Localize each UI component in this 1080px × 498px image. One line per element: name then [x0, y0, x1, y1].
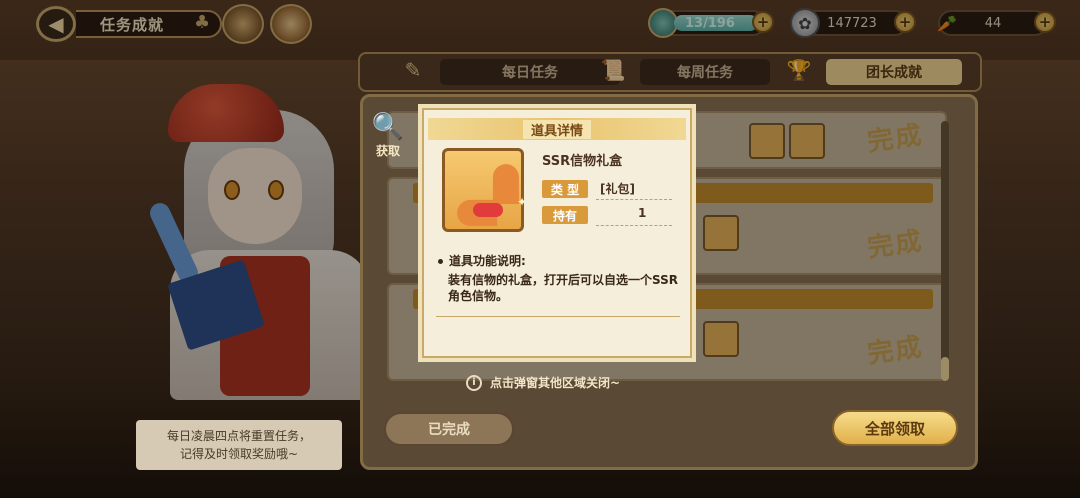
claim-all-button[interactable]: 全部领取 — [832, 410, 958, 446]
description-text: 装有信物的礼盒，打开后可以自选一个SSR角色信物。 — [448, 273, 678, 303]
item-name: SSR信物礼盒 — [542, 154, 623, 169]
item-detail-popup: 道具详情 ✦ SSR信物礼盒 类 型 [礼包] 持有 1 道具功能说明: 装有信… — [418, 104, 696, 362]
divider — [596, 225, 672, 226]
info-icon: i — [466, 374, 482, 391]
popup-header: 道具详情 — [428, 118, 686, 140]
popup-title: 道具详情 — [522, 119, 591, 139]
acquire-label: 获取 — [375, 144, 400, 158]
sparkle-icon: ✦ — [517, 195, 528, 209]
reset-tip: 每日凌晨四点将重置任务， 记得及时领取奖励哦~ — [136, 420, 342, 470]
close-hint: i 点击弹窗其他区域关闭~ — [466, 374, 620, 391]
item-owned-label: 持有 — [542, 206, 588, 224]
magnifier-icon: 🔍 — [371, 112, 405, 142]
item-owned-value: 1 — [638, 206, 647, 220]
item-icon-frame: ✦ — [442, 148, 528, 232]
completed-button[interactable]: 已完成 — [384, 412, 514, 446]
acquire-button[interactable]: 🔍 获取 — [366, 112, 410, 164]
reset-tip-line1: 每日凌晨四点将重置任务， — [166, 429, 311, 443]
popup-footer-divider — [436, 316, 680, 317]
divider — [596, 199, 672, 200]
item-type-value: [礼包] — [600, 182, 635, 196]
item-type-row: 类 型 [礼包] — [542, 180, 674, 200]
item-type-label: 类 型 — [542, 180, 588, 198]
ribbon-bow-icon — [473, 203, 503, 217]
close-hint-text: 点击弹窗其他区域关闭~ — [490, 376, 621, 390]
description-heading: 道具功能说明: — [438, 252, 526, 269]
item-owned-row: 持有 1 — [542, 206, 674, 226]
reset-tip-line2: 记得及时领取奖励哦~ — [179, 447, 299, 461]
